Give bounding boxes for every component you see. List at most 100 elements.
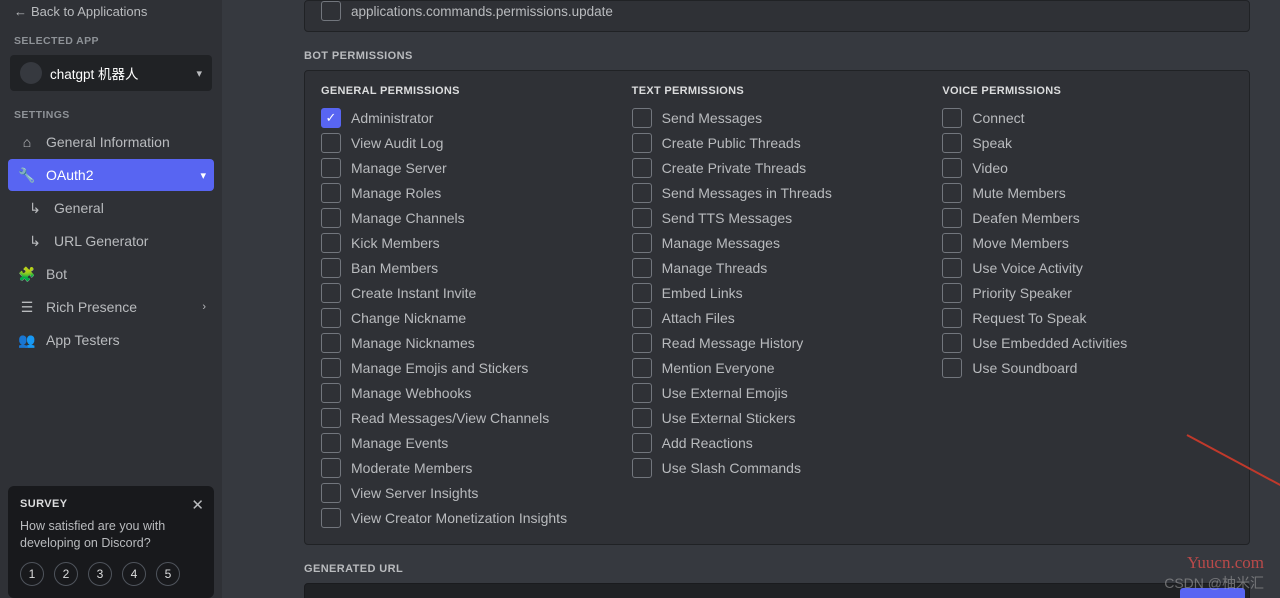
close-icon[interactable]: ✕ <box>191 496 204 514</box>
nav-item-oauth2[interactable]: 🔧 OAuth2 ▾ <box>8 159 214 191</box>
permission-checkbox[interactable] <box>942 283 962 303</box>
permission-label: Priority Speaker <box>972 283 1072 303</box>
permission-checkbox[interactable] <box>632 208 652 228</box>
nav-label: OAuth2 <box>46 167 93 183</box>
permission-row: Mute Members <box>942 180 1233 205</box>
permission-label: Manage Events <box>351 433 448 453</box>
nav-item-general[interactable]: ↳ General <box>8 192 214 224</box>
permission-checkbox[interactable] <box>942 333 962 353</box>
permission-label: Embed Links <box>662 283 743 303</box>
permission-checkbox[interactable] <box>321 1 341 21</box>
permission-label: Speak <box>972 133 1012 153</box>
permission-checkbox[interactable] <box>632 158 652 178</box>
permission-checkbox[interactable] <box>632 433 652 453</box>
permission-row: Manage Threads <box>632 255 923 280</box>
permission-checkbox[interactable] <box>632 358 652 378</box>
permission-checkbox[interactable] <box>321 258 341 278</box>
permission-checkbox[interactable] <box>632 183 652 203</box>
permission-checkbox[interactable] <box>321 383 341 403</box>
permission-label: Connect <box>972 108 1024 128</box>
permission-checkbox[interactable] <box>632 258 652 278</box>
permission-label: View Audit Log <box>351 133 443 153</box>
column-title: TEXT PERMISSIONS <box>632 85 923 97</box>
permission-checkbox[interactable] <box>942 208 962 228</box>
permission-column: VOICE PERMISSIONS Connect Speak Video Mu… <box>942 85 1233 530</box>
survey-option-1[interactable]: 1 <box>20 562 44 586</box>
permission-row: Read Messages/View Channels <box>321 405 612 430</box>
permission-checkbox[interactable] <box>942 258 962 278</box>
selected-app-label: SELECTED APP <box>0 27 222 51</box>
permission-checkbox[interactable] <box>321 333 341 353</box>
column-title: VOICE PERMISSIONS <box>942 85 1233 97</box>
survey-option-2[interactable]: 2 <box>54 562 78 586</box>
permission-checkbox[interactable] <box>942 233 962 253</box>
survey-card: ✕ SURVEY How satisfied are you with deve… <box>8 486 214 598</box>
permission-row: Add Reactions <box>632 430 923 455</box>
permission-row: Manage Messages <box>632 230 923 255</box>
permission-row: Priority Speaker <box>942 280 1233 305</box>
permission-checkbox[interactable] <box>321 358 341 378</box>
permission-checkbox[interactable] <box>632 108 652 128</box>
permission-checkbox[interactable] <box>942 308 962 328</box>
permission-checkbox[interactable] <box>321 233 341 253</box>
nav-item-app-testers[interactable]: 👥 App Testers <box>8 324 214 356</box>
permission-label: Mention Everyone <box>662 358 775 378</box>
survey-option-5[interactable]: 5 <box>156 562 180 586</box>
permission-row: Move Members <box>942 230 1233 255</box>
permission-row: View Server Insights <box>321 480 612 505</box>
nav-item-general-information[interactable]: ⌂ General Information <box>8 126 214 158</box>
generated-url-input[interactable] <box>305 586 1176 598</box>
permission-label: Manage Messages <box>662 233 780 253</box>
home-icon: ⌂ <box>18 133 36 151</box>
permission-checkbox[interactable]: ✓ <box>321 108 341 128</box>
permission-label: Send Messages in Threads <box>662 183 832 203</box>
permission-checkbox[interactable] <box>321 158 341 178</box>
permission-label: Moderate Members <box>351 458 472 478</box>
permission-checkbox[interactable] <box>942 358 962 378</box>
permission-checkbox[interactable] <box>321 208 341 228</box>
permission-checkbox[interactable] <box>321 508 341 528</box>
permission-row: Create Private Threads <box>632 155 923 180</box>
permission-checkbox[interactable] <box>321 408 341 428</box>
permission-checkbox[interactable] <box>321 433 341 453</box>
permission-checkbox[interactable] <box>632 133 652 153</box>
permission-row: Use Voice Activity <box>942 255 1233 280</box>
back-to-apps-link[interactable]: ← Back to Applications <box>0 0 222 27</box>
permission-checkbox[interactable] <box>321 183 341 203</box>
permission-label: Use Voice Activity <box>972 258 1083 278</box>
permission-checkbox[interactable] <box>942 158 962 178</box>
permission-row: Manage Roles <box>321 180 612 205</box>
permission-checkbox[interactable] <box>321 283 341 303</box>
permission-label: Read Messages/View Channels <box>351 408 549 428</box>
permission-row: Manage Events <box>321 430 612 455</box>
permission-checkbox[interactable] <box>632 283 652 303</box>
permission-column: TEXT PERMISSIONS Send Messages Create Pu… <box>632 85 923 530</box>
nav-item-rich-presence[interactable]: ☰ Rich Presence › <box>8 291 214 323</box>
permission-checkbox[interactable] <box>632 308 652 328</box>
puzzle-icon: 🧩 <box>18 265 36 283</box>
permission-checkbox[interactable] <box>632 408 652 428</box>
permission-checkbox[interactable] <box>321 483 341 503</box>
permission-label: Use External Stickers <box>662 408 796 428</box>
permission-checkbox[interactable] <box>942 108 962 128</box>
permission-checkbox[interactable] <box>632 233 652 253</box>
permission-checkbox[interactable] <box>632 383 652 403</box>
permission-checkbox[interactable] <box>632 333 652 353</box>
app-selector[interactable]: chatgpt 机器人 ▾ <box>10 55 212 91</box>
generated-url-row: Copy <box>304 583 1250 598</box>
permission-checkbox[interactable] <box>321 133 341 153</box>
permission-label: Manage Server <box>351 158 447 178</box>
nav-label: General Information <box>46 134 170 150</box>
permission-checkbox[interactable] <box>942 183 962 203</box>
nav-item-bot[interactable]: 🧩 Bot <box>8 258 214 290</box>
survey-option-4[interactable]: 4 <box>122 562 146 586</box>
nav-item-url-generator[interactable]: ↳ URL Generator <box>8 225 214 257</box>
permission-row: Use External Stickers <box>632 405 923 430</box>
permission-checkbox[interactable] <box>321 458 341 478</box>
permission-checkbox[interactable] <box>632 458 652 478</box>
survey-option-3[interactable]: 3 <box>88 562 112 586</box>
nav-label: General <box>54 200 104 216</box>
permission-checkbox[interactable] <box>321 308 341 328</box>
permission-checkbox[interactable] <box>942 133 962 153</box>
permission-label: Use Embedded Activities <box>972 333 1127 353</box>
